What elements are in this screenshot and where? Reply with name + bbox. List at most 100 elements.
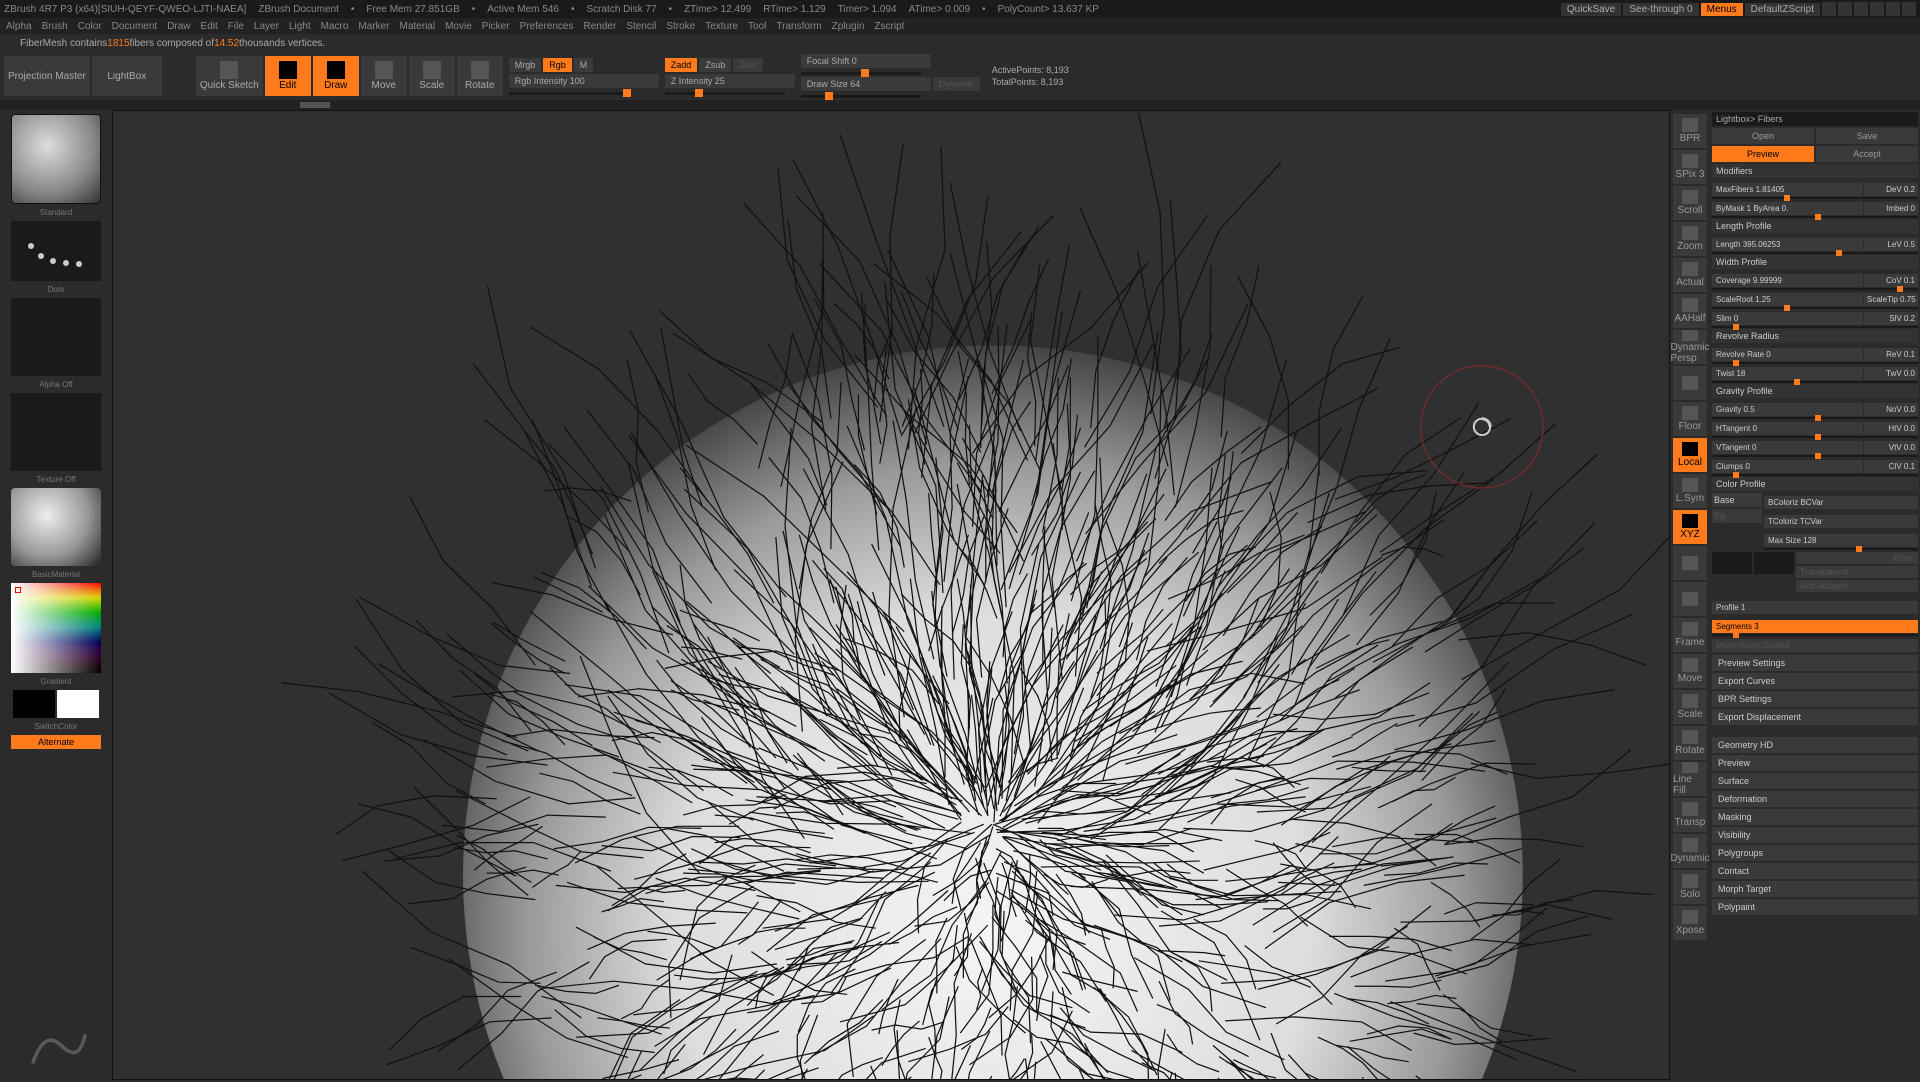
menu-draw[interactable]: Draw — [167, 21, 190, 32]
param-slider[interactable]: Twist 18 — [1712, 367, 1863, 380]
lightbox-button[interactable]: LightBox — [92, 56, 162, 96]
length-profile-header[interactable]: Length Profile — [1712, 219, 1918, 233]
tip-swatch[interactable]: Tip — [1712, 509, 1762, 523]
menu-transform[interactable]: Transform — [776, 21, 821, 32]
menu-movie[interactable]: Movie — [445, 21, 472, 32]
Line Fill-button[interactable]: Line Fill — [1673, 762, 1707, 796]
param-slider[interactable]: VTangent 0 — [1712, 441, 1863, 454]
XYZ-button[interactable]: XYZ — [1673, 510, 1707, 544]
rotate-button[interactable]: Rotate — [457, 56, 503, 96]
Local-button[interactable]: Local — [1673, 438, 1707, 472]
swatch[interactable] — [1754, 552, 1794, 574]
color-picker[interactable] — [11, 583, 101, 673]
shelf-button[interactable] — [1673, 366, 1707, 400]
quicksave-button[interactable]: QuickSave — [1561, 3, 1621, 16]
zadd-chip[interactable]: Zadd — [665, 58, 698, 72]
Actual-button[interactable]: Actual — [1673, 258, 1707, 292]
section-surface[interactable]: Surface — [1712, 773, 1918, 789]
param-slider[interactable]: Coverage 9.99999 — [1712, 274, 1863, 287]
menu-alpha[interactable]: Alpha — [6, 21, 32, 32]
focal-shift-slider[interactable]: Focal Shift 0 — [801, 54, 931, 68]
param-side[interactable]: ClV 0.1 — [1864, 460, 1918, 473]
edit-button[interactable]: Edit — [265, 56, 311, 96]
section-export-curves[interactable]: Export Curves — [1712, 673, 1918, 689]
scroll-strip[interactable] — [0, 100, 1920, 110]
mrgb-chip[interactable]: Mrgb — [509, 58, 542, 72]
Dynamic Persp-button[interactable]: Dynamic Persp — [1673, 330, 1707, 364]
menu-file[interactable]: File — [228, 21, 244, 32]
Xpose-button[interactable]: Xpose — [1673, 906, 1707, 940]
minimize-icon[interactable] — [1870, 2, 1884, 16]
menu-texture[interactable]: Texture — [705, 21, 738, 32]
param-side[interactable]: HtV 0.0 — [1864, 422, 1918, 435]
section-contact[interactable]: Contact — [1712, 863, 1918, 879]
section-preview-settings[interactable]: Preview Settings — [1712, 655, 1918, 671]
param-slider[interactable]: HTangent 0 — [1712, 422, 1863, 435]
breadcrumb[interactable]: Lightbox> Fibers — [1712, 112, 1918, 126]
section-visibility[interactable]: Visibility — [1712, 827, 1918, 843]
material-thumbnail[interactable] — [11, 488, 101, 566]
BPR-button[interactable]: BPR — [1673, 114, 1707, 148]
projection-master-button[interactable]: Projection Master — [4, 56, 90, 96]
dynamic-chip[interactable]: Dynamic — [933, 77, 980, 91]
param-slider[interactable]: Clumps 0 — [1712, 460, 1863, 473]
base-swatch[interactable]: Base — [1712, 493, 1762, 507]
Move-button[interactable]: Move — [1673, 654, 1707, 688]
alpha-thumbnail[interactable] — [11, 298, 101, 376]
Dynamic-button[interactable]: Dynamic — [1673, 834, 1707, 868]
param-side[interactable]: NoV 0.0 — [1864, 403, 1918, 416]
modifiers-header[interactable]: Modifiers — [1712, 164, 1918, 178]
preview-button[interactable]: Preview — [1712, 146, 1814, 162]
maxsize-slider[interactable]: Max Size 128 — [1764, 534, 1918, 547]
scale-button[interactable]: Scale — [409, 56, 455, 96]
save-button[interactable]: Save — [1816, 128, 1918, 144]
segments-slider[interactable]: Segments 3 — [1712, 620, 1918, 633]
Rotate-button[interactable]: Rotate — [1673, 726, 1707, 760]
param-side[interactable]: CoV 0.1 — [1864, 274, 1918, 287]
z-intensity-slider[interactable]: Z Intensity 25 — [665, 74, 795, 88]
param-side[interactable]: DeV 0.2 — [1864, 183, 1918, 196]
swatch[interactable] — [1712, 552, 1752, 574]
menus-button[interactable]: Menus — [1701, 3, 1743, 16]
rgb-intensity-slider[interactable]: Rgb Intensity 100 — [509, 74, 659, 88]
menu-brush[interactable]: Brush — [42, 21, 68, 32]
menu-color[interactable]: Color — [78, 21, 102, 32]
color-profile-header[interactable]: Color Profile — [1712, 477, 1918, 491]
bcolor-slider[interactable]: BColoriz BCVar — [1764, 496, 1918, 509]
revolve-header[interactable]: Revolve Radius — [1712, 329, 1918, 343]
menu-light[interactable]: Light — [289, 21, 311, 32]
maximize-icon[interactable] — [1886, 2, 1900, 16]
param-side[interactable]: Imbed 0 — [1864, 202, 1918, 215]
section-polypaint[interactable]: Polypaint — [1712, 899, 1918, 915]
window-icon[interactable] — [1854, 2, 1868, 16]
menu-macro[interactable]: Macro — [321, 21, 349, 32]
menu-render[interactable]: Render — [584, 21, 617, 32]
param-slider[interactable]: Length 395.06253 — [1712, 238, 1863, 251]
param-slider[interactable]: Revolve Rate 0 — [1712, 348, 1863, 361]
slider[interactable] — [665, 92, 785, 95]
color-swatches[interactable] — [13, 690, 99, 718]
section-masking[interactable]: Masking — [1712, 809, 1918, 825]
brush-thumbnail[interactable] — [11, 114, 101, 204]
menu-picker[interactable]: Picker — [482, 21, 510, 32]
menu-preferences[interactable]: Preferences — [520, 21, 574, 32]
gravity-header[interactable]: Gravity Profile — [1712, 384, 1918, 398]
switchcolor-button[interactable]: SwitchColor — [35, 722, 78, 731]
menu-stroke[interactable]: Stroke — [666, 21, 695, 32]
menu-material[interactable]: Material — [400, 21, 436, 32]
param-slider[interactable]: Slim 0 — [1712, 312, 1863, 325]
slider[interactable] — [801, 95, 921, 98]
param-slider[interactable]: ByMask 1 ByArea 0. — [1712, 202, 1863, 215]
section-bpr-settings[interactable]: BPR Settings — [1712, 691, 1918, 707]
section-preview[interactable]: Preview — [1712, 755, 1918, 771]
texture-thumbnail[interactable] — [11, 393, 101, 471]
menu-edit[interactable]: Edit — [201, 21, 218, 32]
menu-marker[interactable]: Marker — [358, 21, 389, 32]
section-geometry-hd[interactable]: Geometry HD — [1712, 737, 1918, 753]
Zoom-button[interactable]: Zoom — [1673, 222, 1707, 256]
open-button[interactable]: Open — [1712, 128, 1814, 144]
param-side[interactable]: ScaleTip 0.75 — [1864, 293, 1918, 306]
param-slider[interactable]: MaxFibers 1.81405 — [1712, 183, 1863, 196]
param-side[interactable]: TwV 0.0 — [1864, 367, 1918, 380]
param-slider[interactable]: Gravity 0.5 — [1712, 403, 1863, 416]
